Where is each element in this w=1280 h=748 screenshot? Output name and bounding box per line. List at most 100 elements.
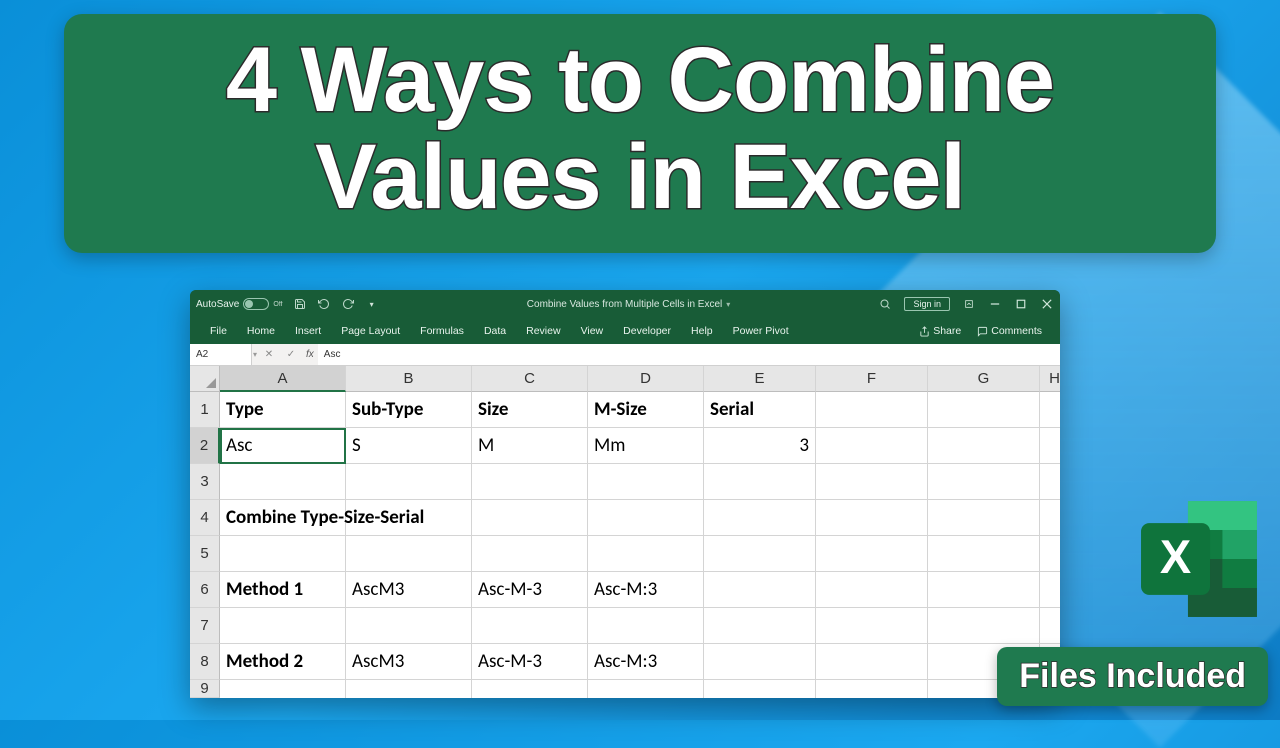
cell[interactable] [928,464,1040,500]
cell[interactable]: Size [472,392,588,428]
share-button[interactable]: Share [911,325,969,337]
cell[interactable] [1040,608,1060,644]
cell[interactable] [346,680,472,698]
cell[interactable] [472,608,588,644]
tab-help[interactable]: Help [681,318,723,344]
tab-home[interactable]: Home [237,318,285,344]
cell[interactable] [472,536,588,572]
minimize-icon[interactable] [988,297,1002,311]
toggle-icon[interactable] [243,298,269,310]
cell[interactable]: Asc-M-3 [472,572,588,608]
select-all-corner[interactable] [190,366,220,392]
col-header[interactable]: D [588,366,704,392]
cell[interactable] [816,608,928,644]
cell[interactable] [704,536,816,572]
redo-icon[interactable] [341,297,355,311]
cell[interactable] [472,464,588,500]
qat-customize-icon[interactable]: ▾ [365,297,379,311]
cell[interactable] [704,500,816,536]
row-header[interactable]: 1 [190,392,220,428]
tab-page-layout[interactable]: Page Layout [331,318,410,344]
row-header[interactable]: 9 [190,680,220,698]
close-icon[interactable] [1040,297,1054,311]
cell[interactable] [588,680,704,698]
cell[interactable] [704,644,816,680]
cell[interactable]: Asc-M:3 [588,572,704,608]
cell[interactable] [346,536,472,572]
ribbon-options-icon[interactable] [962,297,976,311]
cell[interactable] [816,536,928,572]
cell[interactable]: AscM3 [346,644,472,680]
cell[interactable]: Sub-Type [346,392,472,428]
tab-review[interactable]: Review [516,318,570,344]
col-header[interactable]: H [1040,366,1060,392]
cell[interactable] [1040,464,1060,500]
cell[interactable] [1040,428,1060,464]
row-header[interactable]: 8 [190,644,220,680]
cell[interactable] [928,392,1040,428]
cell[interactable] [1040,536,1060,572]
cell[interactable] [928,536,1040,572]
row-header[interactable]: 5 [190,536,220,572]
tab-formulas[interactable]: Formulas [410,318,474,344]
cancel-formula-icon[interactable]: ✕ [258,349,280,360]
cell[interactable] [704,608,816,644]
cell[interactable] [220,464,346,500]
save-icon[interactable] [293,297,307,311]
row-header[interactable]: 7 [190,608,220,644]
cell[interactable] [220,680,346,698]
cell[interactable] [928,572,1040,608]
cell[interactable] [704,572,816,608]
cell[interactable] [816,572,928,608]
cell[interactable]: Mm [588,428,704,464]
cell[interactable] [928,428,1040,464]
cell[interactable] [816,392,928,428]
col-header[interactable]: F [816,366,928,392]
comments-button[interactable]: Comments [969,325,1050,337]
enter-formula-icon[interactable]: ✓ [280,349,302,360]
cell[interactable]: S [346,428,472,464]
cell[interactable] [816,644,928,680]
cell[interactable]: Asc-M-3 [472,644,588,680]
col-header[interactable]: E [704,366,816,392]
cell[interactable] [588,608,704,644]
cell[interactable]: M [472,428,588,464]
undo-icon[interactable] [317,297,331,311]
fx-icon[interactable]: fx [306,349,314,360]
row-header[interactable]: 3 [190,464,220,500]
cell[interactable]: M-Size [588,392,704,428]
cell[interactable] [816,428,928,464]
signin-button[interactable]: Sign in [904,297,950,311]
cell[interactable] [588,536,704,572]
cell[interactable] [1040,392,1060,428]
cell[interactable]: 3 [704,428,816,464]
cell[interactable] [472,680,588,698]
row-header[interactable]: 6 [190,572,220,608]
cell[interactable] [346,500,472,536]
tab-file[interactable]: File [200,318,237,344]
tab-data[interactable]: Data [474,318,516,344]
cell[interactable]: Combine Type-Size-Serial [220,500,346,536]
maximize-icon[interactable] [1014,297,1028,311]
row-header[interactable]: 2 [190,428,220,464]
cell[interactable]: Serial [704,392,816,428]
tab-insert[interactable]: Insert [285,318,331,344]
cell[interactable]: AscM3 [346,572,472,608]
cell[interactable] [704,464,816,500]
cell[interactable] [346,464,472,500]
cell[interactable] [220,608,346,644]
tab-power-pivot[interactable]: Power Pivot [723,318,799,344]
cell[interactable]: Method 1 [220,572,346,608]
cell[interactable] [346,608,472,644]
cell[interactable] [472,500,588,536]
cell[interactable] [928,608,1040,644]
col-header[interactable]: B [346,366,472,392]
cell[interactable] [816,680,928,698]
col-header[interactable]: C [472,366,588,392]
name-box[interactable]: A2 [190,344,252,365]
cell[interactable]: Asc [220,428,346,464]
row-header[interactable]: 4 [190,500,220,536]
col-header[interactable]: A [220,366,346,392]
cell[interactable] [1040,572,1060,608]
cell[interactable] [588,500,704,536]
